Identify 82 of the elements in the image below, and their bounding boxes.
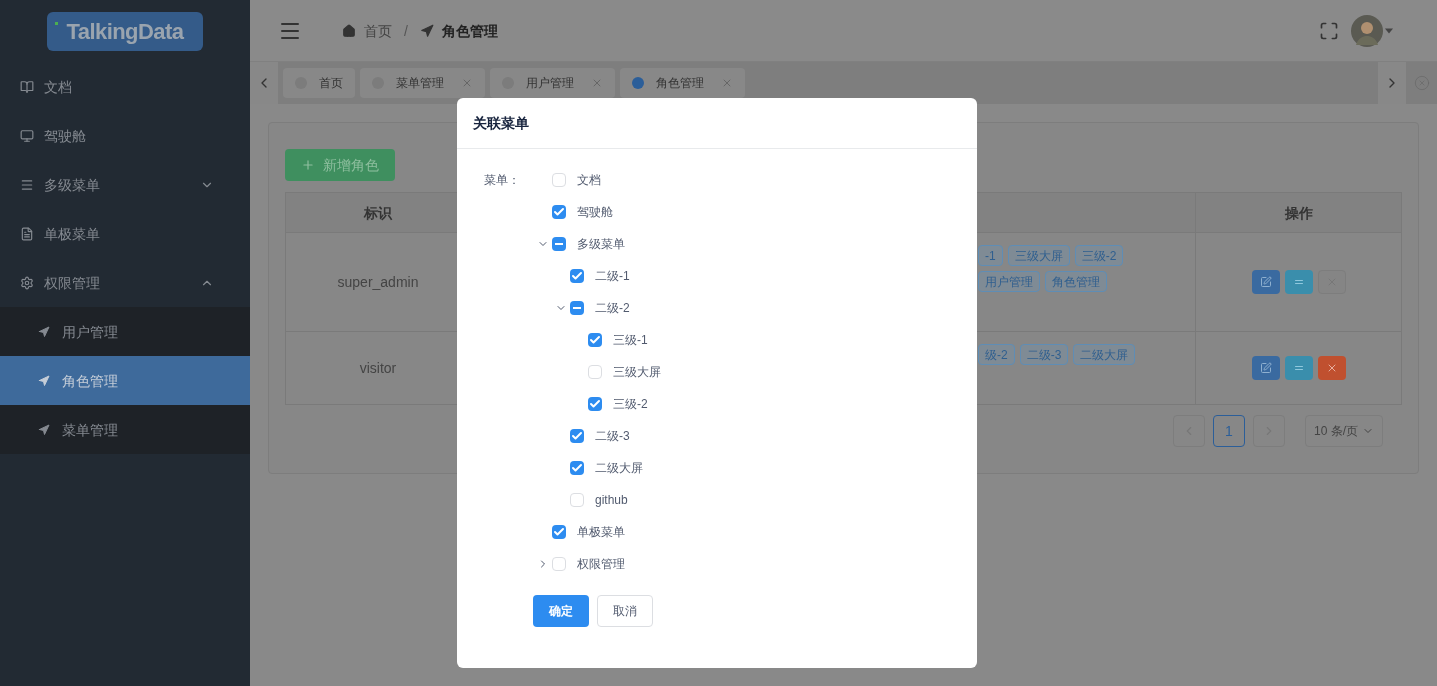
menu-tag: -1 (978, 245, 1003, 266)
tree-node-label[interactable]: 文档 (577, 172, 601, 188)
settings-icon (20, 275, 34, 290)
navigation-icon (38, 423, 50, 436)
tree-node-label[interactable]: 多级菜单 (577, 236, 625, 252)
checkbox[interactable] (570, 301, 584, 315)
close-icon[interactable] (461, 77, 473, 89)
page-tab[interactable]: 首页 (283, 68, 355, 98)
delete-button[interactable] (1317, 356, 1346, 380)
menu-tag: 级-2 (978, 344, 1015, 365)
navigation-icon (419, 23, 434, 38)
monitor-icon (20, 128, 34, 143)
tree-node-label[interactable]: 权限管理 (577, 556, 625, 572)
tree-node-label[interactable]: 三级-1 (613, 332, 648, 348)
close-icon[interactable] (721, 77, 733, 89)
navigation-icon (38, 325, 50, 338)
checkbox[interactable] (588, 333, 602, 347)
menu-tag: 三级大屏 (1007, 245, 1070, 266)
checkbox[interactable] (588, 365, 602, 379)
sidebar-item[interactable]: 文档 (0, 62, 250, 111)
menu-tag: 二级大屏 (1073, 344, 1136, 365)
field-label: 菜单： (484, 172, 521, 189)
tree-node-label[interactable]: 二级-3 (595, 428, 630, 444)
close-icon[interactable] (591, 77, 603, 89)
checkbox[interactable] (552, 525, 566, 539)
submenu-item[interactable]: 用户管理 (0, 307, 250, 356)
submenu-item[interactable]: 角色管理 (0, 356, 250, 405)
menu-tag: 用户管理 (978, 271, 1040, 292)
navigation-icon (38, 374, 50, 387)
menu-button[interactable] (1284, 270, 1313, 294)
checkbox[interactable] (588, 397, 602, 411)
breadcrumb-separator: / (404, 21, 408, 41)
logo[interactable]: TalkingData (47, 11, 203, 51)
tree-node-label[interactable]: 二级大屏 (595, 460, 643, 476)
edit-button[interactable] (1251, 356, 1280, 380)
tree-node-label[interactable]: 三级-2 (613, 396, 648, 412)
menu-tag: 角色管理 (1045, 271, 1107, 292)
menu-tag: 二级-3 (1019, 344, 1069, 365)
page-tab[interactable]: 用户管理 (490, 68, 615, 98)
checkbox[interactable] (570, 269, 584, 283)
breadcrumb-item: 角色管理 (441, 21, 498, 41)
submenu-item[interactable]: 菜单管理 (0, 405, 250, 454)
plus-icon (301, 158, 315, 172)
tree-node-label[interactable]: github (595, 492, 628, 508)
checkbox[interactable] (552, 173, 566, 187)
edit-icon (1259, 276, 1272, 288)
page-size-select[interactable]: 10 条/页 (1305, 415, 1383, 447)
page-tab[interactable]: 菜单管理 (360, 68, 485, 98)
avatar[interactable] (1351, 14, 1383, 47)
book-icon (20, 79, 34, 94)
tree-node-label[interactable]: 三级大屏 (613, 364, 661, 380)
breadcrumb-item[interactable]: 首页 (364, 20, 392, 41)
sidebar-item[interactable]: 驾驶舱 (0, 111, 250, 160)
tree-node-label[interactable]: 单极菜单 (577, 524, 625, 540)
home-icon (342, 23, 356, 38)
tree-node-label[interactable]: 二级-2 (595, 300, 630, 316)
checkbox[interactable] (570, 493, 584, 507)
edit-icon (1259, 362, 1272, 374)
fullscreen-icon[interactable] (1319, 20, 1339, 41)
sidebar-item[interactable]: 单极菜单 (0, 209, 250, 258)
dialog-title: 关联菜单 (473, 114, 529, 133)
tree-node-label[interactable]: 驾驶舱 (577, 204, 613, 220)
cancel-button[interactable]: 取消 (597, 595, 653, 627)
menu-button[interactable] (1284, 356, 1313, 380)
confirm-button[interactable]: 确定 (533, 595, 589, 627)
scroll-left-button[interactable] (250, 62, 278, 104)
menu-tag: 三级-2 (1074, 245, 1124, 266)
caret-icon[interactable] (1385, 27, 1393, 34)
page-tab[interactable]: 角色管理 (620, 68, 745, 98)
scroll-right-button[interactable] (1378, 62, 1406, 104)
edit-button[interactable] (1251, 270, 1280, 294)
checkbox[interactable] (570, 429, 584, 443)
sidebar-item[interactable]: 多级菜单 (0, 160, 250, 209)
checkbox[interactable] (552, 237, 566, 251)
checkbox[interactable] (552, 557, 566, 571)
checkbox[interactable] (570, 461, 584, 475)
file-icon (20, 226, 34, 241)
tree-node-label[interactable]: 二级-1 (595, 268, 630, 284)
column-header: 操作 (1195, 192, 1402, 233)
sidebar-item[interactable]: 权限管理 (0, 258, 250, 307)
menu-icon (20, 177, 34, 192)
checkbox[interactable] (552, 205, 566, 219)
